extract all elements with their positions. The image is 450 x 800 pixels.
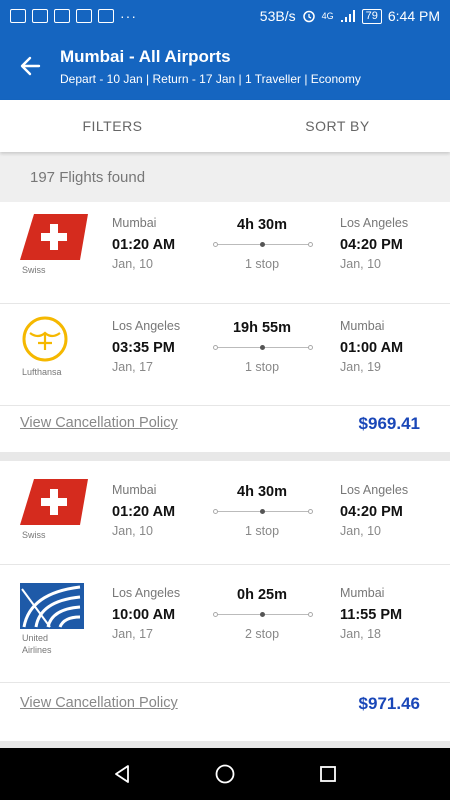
origin-city: Mumbai: [112, 483, 157, 497]
flight-result-card[interactable]: Swiss Mumbai 01:20 AM Jan, 10 4h 30m 1 s…: [0, 461, 450, 741]
departure-date: Jan, 10: [112, 524, 154, 538]
nav-back-icon[interactable]: [111, 763, 133, 785]
stop-count: 2 stop: [244, 627, 280, 641]
return-leg: United Airlines Los Angeles 10:00 AM Jan,…: [0, 565, 450, 683]
alarm-icon: [302, 10, 315, 23]
route-line: [213, 612, 313, 617]
notification-icon: [98, 9, 114, 23]
cancellation-policy-link[interactable]: View Cancellation Policy: [20, 415, 178, 431]
arrival-date: Jan, 10: [340, 524, 382, 538]
airline-name: Swiss: [22, 530, 46, 540]
origin-city: Mumbai: [112, 216, 157, 230]
flight-result-card[interactable]: Swiss Mumbai 01:20 AM Jan, 10 4h 30m 1 s…: [0, 202, 450, 452]
destination-city: Mumbai: [340, 586, 385, 600]
airline-name: Lufthansa: [22, 367, 62, 377]
header-titles: Mumbai - All Airports Depart - 10 Jan | …: [60, 47, 361, 86]
signal-icon: [340, 9, 355, 22]
origin-city: Los Angeles: [112, 586, 181, 600]
flight-duration: 4h 30m: [237, 484, 287, 500]
swiss-logo: [20, 479, 88, 525]
departure-time: 01:20 AM: [112, 504, 176, 520]
stop-count: 1 stop: [244, 257, 280, 271]
arrival-time: 04:20 PM: [340, 237, 403, 253]
filter-sort-bar: FILTERS SORT BY: [0, 100, 450, 152]
results-count: 197 Flights found: [0, 152, 450, 202]
airline-name: United Airlines: [22, 633, 52, 655]
origin-city: Los Angeles: [112, 319, 181, 333]
outbound-leg: Swiss Mumbai 01:20 AM Jan, 10 4h 30m 1 s…: [0, 461, 450, 565]
status-bar: ··· 53B/s 4G 79 6:44 PM: [0, 0, 450, 32]
notification-icon: [54, 9, 70, 23]
notification-icon: [32, 9, 48, 23]
destination-city: Los Angeles: [340, 216, 409, 230]
lufthansa-logo: [22, 316, 68, 362]
notification-icon: [76, 9, 92, 23]
clock: 6:44 PM: [387, 8, 440, 24]
departure-time: 10:00 AM: [112, 607, 176, 623]
fare-price: $971.46: [358, 694, 420, 713]
arrival-time: 11:55 PM: [340, 607, 403, 623]
notification-icon: [10, 9, 26, 23]
departure-date: Jan, 17: [112, 627, 154, 641]
departure-date: Jan, 10: [112, 257, 154, 271]
airline-name: Swiss: [22, 265, 46, 275]
route-line: [213, 242, 313, 247]
nav-home-icon[interactable]: [214, 763, 236, 785]
departure-date: Jan, 17: [112, 360, 154, 374]
back-arrow-icon: [20, 56, 41, 76]
swiss-logo: [20, 214, 88, 260]
flight-duration: 19h 55m: [232, 320, 292, 336]
return-leg: Lufthansa Los Angeles 03:35 PM Jan, 17 1…: [0, 304, 450, 406]
stop-count: 1 stop: [244, 360, 280, 374]
arrival-time: 04:20 PM: [340, 504, 403, 520]
arrival-date: Jan, 19: [340, 360, 382, 374]
arrival-time: 01:00 AM: [340, 340, 404, 356]
search-summary: Depart - 10 Jan | Return - 17 Jan | 1 Tr…: [60, 71, 361, 86]
more-notifications-icon: ···: [120, 8, 137, 24]
sort-by-button[interactable]: SORT BY: [225, 100, 450, 152]
outbound-leg: Swiss Mumbai 01:20 AM Jan, 10 4h 30m 1 s…: [0, 202, 450, 304]
filters-button[interactable]: FILTERS: [0, 100, 225, 152]
arrival-date: Jan, 18: [340, 627, 382, 641]
arrival-date: Jan, 10: [340, 257, 382, 271]
network-speed: 53B/s: [259, 8, 296, 24]
united-airlines-logo: [20, 583, 84, 629]
battery-level: 79: [361, 8, 382, 24]
page-title: Mumbai - All Airports: [60, 46, 231, 66]
stop-count: 1 stop: [244, 524, 280, 538]
notification-icons: ···: [10, 8, 137, 24]
back-button[interactable]: [0, 32, 60, 100]
departure-time: 03:35 PM: [112, 340, 175, 356]
cancellation-policy-link[interactable]: View Cancellation Policy: [20, 695, 178, 711]
fare-price: $969.41: [358, 414, 420, 433]
route-line: [213, 345, 313, 350]
system-navigation-bar: [0, 748, 450, 800]
flight-duration: 0h 25m: [237, 587, 287, 603]
nav-recents-icon[interactable]: [317, 763, 339, 785]
app-bar: Mumbai - All Airports Depart - 10 Jan | …: [0, 32, 450, 100]
departure-time: 01:20 AM: [112, 237, 176, 253]
flight-duration: 4h 30m: [237, 217, 287, 233]
destination-city: Mumbai: [340, 319, 385, 333]
network-type: 4G: [321, 11, 334, 21]
destination-city: Los Angeles: [340, 483, 409, 497]
route-line: [213, 509, 313, 514]
